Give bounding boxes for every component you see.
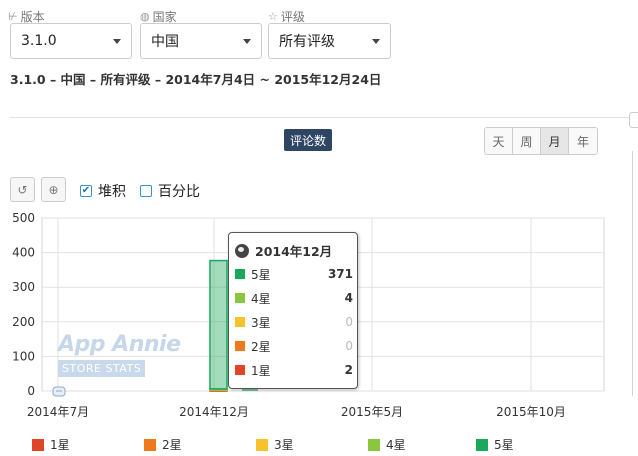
bar-segment [242,389,258,391]
tooltip-date: 2014年12月 [255,244,333,259]
period-year-button[interactable]: 年 [569,128,597,154]
reset-zoom-button[interactable]: ↺ [10,177,35,202]
metric-label[interactable]: 评论数 [284,129,333,151]
legend-item[interactable]: 2星 [144,436,182,453]
legend-swatch [368,438,380,451]
version-value: 3.1.0 [21,33,57,49]
chevron-down-icon [372,38,380,44]
x-tick-label: 2014年7月 [27,405,89,419]
chevron-down-icon [243,38,251,44]
tooltip-label: 2星 [251,339,271,354]
tooltip-value: 0 [345,315,353,329]
legend-item[interactable]: 3星 [256,436,294,453]
tooltip-row: 5星 371 [235,265,353,283]
legend-label: 2星 [162,438,182,452]
legend-label: 1星 [50,438,70,452]
tooltip-value: 2 [344,363,353,377]
legend-swatch [32,438,44,451]
legend-swatch [256,438,268,451]
filter-summary: 3.1.0 – 中国 – 所有评级 – 2014年7月4日 ~ 2015年12月… [10,72,382,87]
tooltip-value: 371 [327,267,353,281]
chevron-down-icon [113,38,121,44]
divider [10,117,638,118]
watermark-subtitle: STORE STATS [58,360,146,377]
country-value: 中国 [151,34,179,50]
chart-tooltip: 2014年12月 5星 371 4星 4 3星 0 2星 0 1星 2 [228,232,358,389]
legend-item[interactable]: 5星 [476,436,514,453]
legend-label: 3星 [274,438,294,452]
legend-item[interactable]: 4星 [368,436,406,453]
tooltip-swatch [235,293,245,303]
globe-icon [235,243,249,258]
version-select[interactable]: 3.1.0 [10,23,132,59]
side-panel-edge [632,151,633,396]
y-tick-label: 0 [27,384,35,398]
rating-value: 所有评级 [279,34,335,50]
stacked-label: 堆积 [98,184,126,200]
star-icon: ☆ [268,10,278,23]
app-annie-watermark: App Annie STORE STATS [58,332,181,377]
rating-select[interactable]: 所有评级 [268,23,391,59]
y-tick-label: 300 [12,280,35,294]
legend-item[interactable]: 1星 [32,436,70,453]
tooltip-title: 2014年12月 [235,241,332,260]
zoom-icon: ⊕ [48,182,59,197]
side-panel-handle[interactable] [629,112,638,128]
legend-swatch [144,438,156,451]
period-selector: 天 周 月 年 [484,127,598,155]
y-tick-label: 500 [12,211,35,225]
bar-segment [209,259,228,390]
version-icon: ⊬ [8,10,18,23]
percent-label: 百分比 [158,184,200,200]
period-week-button[interactable]: 周 [513,128,541,154]
tooltip-swatch [235,341,245,351]
percent-toggle[interactable]: 百分比 [140,181,200,201]
stacked-toggle[interactable]: ✔ 堆积 [80,181,126,201]
tooltip-swatch [235,269,245,279]
watermark-title: App Annie [58,332,181,357]
stacked-checkbox[interactable]: ✔ [80,185,92,197]
percent-checkbox[interactable] [140,185,152,197]
tooltip-swatch [235,365,245,375]
tooltip-label: 3星 [251,315,271,330]
legend-label: 4星 [386,438,406,452]
tooltip-label: 4星 [251,291,271,306]
y-tick-label: 100 [12,349,35,363]
tooltip-row: 3星 0 [235,313,353,331]
globe-icon: ◍ [140,10,150,23]
tooltip-value: 4 [344,291,353,305]
tooltip-value: 0 [345,339,353,353]
tooltip-row: 4星 4 [235,289,353,307]
zoom-button[interactable]: ⊕ [41,177,66,202]
legend-label: 5星 [494,438,514,452]
x-tick-label: 2015年10月 [496,405,566,419]
tooltip-row: 1星 2 [235,361,353,379]
x-tick-label: 2014年12月 [179,405,249,419]
x-tick-label: 2015年5月 [341,405,403,419]
period-day-button[interactable]: 天 [485,128,513,154]
period-month-button[interactable]: 月 [541,128,569,154]
legend-swatch [476,438,488,451]
undo-icon: ↺ [17,182,28,197]
country-select[interactable]: 中国 [140,23,262,59]
y-tick-label: 200 [12,315,35,329]
tooltip-label: 5星 [251,267,271,282]
tooltip-row: 2星 0 [235,337,353,355]
y-tick-label: 400 [12,246,35,260]
tooltip-swatch [235,317,245,327]
tooltip-label: 1星 [251,363,271,378]
